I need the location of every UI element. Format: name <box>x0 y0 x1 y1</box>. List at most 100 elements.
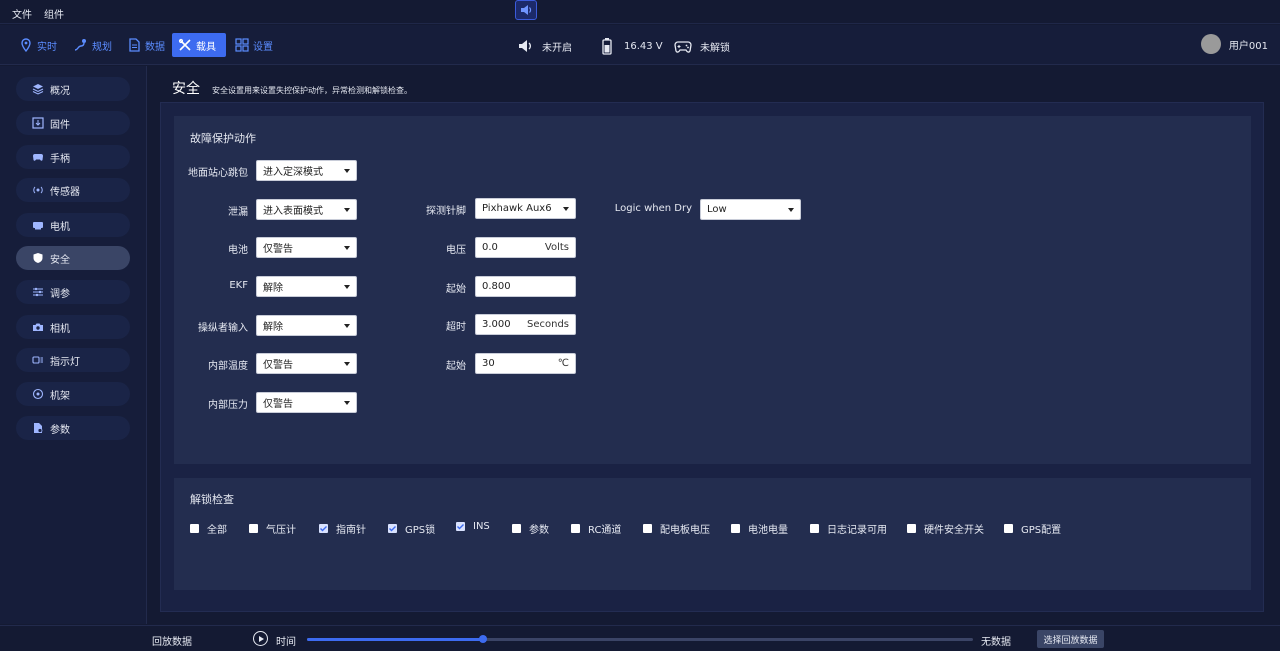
chevron-down-icon <box>344 324 350 328</box>
play-button[interactable] <box>253 631 268 646</box>
playback-slider[interactable] <box>307 635 973 643</box>
chevron-down-icon <box>563 207 569 211</box>
tools-icon <box>178 38 191 51</box>
arming-check-gps-lock[interactable]: GPS锁 <box>388 521 435 536</box>
sidebar-item-lights[interactable]: 指示灯 <box>16 348 130 372</box>
playback-slider-handle[interactable] <box>479 635 488 643</box>
pilot-input-select[interactable]: 解除 <box>256 315 357 336</box>
gcs-heartbeat-select[interactable]: 进入定深模式 <box>256 160 357 181</box>
internal-pressure-select[interactable]: 仅警告 <box>256 392 357 413</box>
sensor-icon <box>33 186 43 194</box>
logic-when-dry-select[interactable]: Low <box>700 199 801 220</box>
arming-check-battery-level[interactable]: 电池电量 <box>731 521 788 536</box>
sidebar-item-frame[interactable]: 机架 <box>16 382 130 406</box>
page-header: 安全 安全设置用来设置失控保护动作，异常检测和解锁检查。 <box>172 78 412 98</box>
sidebar: 概况 固件 手柄 传感器 电机 安全 调参 相机 指示灯 机架 参数 <box>0 66 147 624</box>
route-icon <box>74 39 86 51</box>
chevron-down-icon <box>344 401 350 405</box>
arming-check-all[interactable]: 全部 <box>190 521 227 536</box>
checkbox-checked[interactable] <box>388 524 397 533</box>
document-icon <box>129 38 140 52</box>
speaker-icon[interactable] <box>515 0 537 20</box>
checkbox[interactable] <box>571 524 580 533</box>
motor-icon <box>33 222 43 230</box>
time-label: 时间 <box>276 637 296 648</box>
checkbox[interactable] <box>190 524 199 533</box>
checkbox[interactable] <box>512 524 521 533</box>
arming-check-board-voltage[interactable]: 配电板电压 <box>643 521 710 536</box>
battery-select[interactable]: 仅警告 <box>256 237 357 258</box>
layers-icon <box>32 84 44 95</box>
sidebar-item-overview[interactable]: 概况 <box>16 77 130 101</box>
internal-temp-label: 内部温度 <box>208 361 248 372</box>
user-menu[interactable]: 用户001 <box>1200 34 1268 54</box>
checkbox[interactable] <box>907 524 916 533</box>
start1-input[interactable]: 0.800 <box>475 276 576 297</box>
arming-check-ins[interactable]: INS <box>456 521 490 532</box>
start2-label: 起始 <box>446 361 466 372</box>
gcs-heartbeat-label: 地面站心跳包 <box>188 168 248 179</box>
detector-pin-label: 探测针脚 <box>426 206 466 217</box>
failsafe-title: 故障保护动作 <box>190 132 256 145</box>
page-title: 安全 <box>172 81 200 97</box>
arming-check-barometer[interactable]: 气压计 <box>249 521 296 536</box>
voltage-input[interactable]: 0.0 Volts <box>475 237 576 258</box>
playback-bar: 回放数据 时间 无数据 选择回放数据 <box>0 625 1280 651</box>
location-pin-icon <box>21 38 31 52</box>
timeout-input[interactable]: 3.000 Seconds <box>475 314 576 335</box>
tab-data[interactable]: 数据 <box>121 33 171 57</box>
user-name: 用户001 <box>1228 40 1268 52</box>
sidebar-item-sensors[interactable]: 传感器 <box>16 178 130 202</box>
sidebar-item-safety[interactable]: 安全 <box>16 246 130 270</box>
sidebar-item-camera[interactable]: 相机 <box>16 315 130 339</box>
light-icon <box>32 356 43 364</box>
arming-title: 解锁检查 <box>190 493 234 506</box>
tab-settings[interactable]: 设置 <box>229 33 279 57</box>
battery-label: 电池 <box>228 245 248 256</box>
select-playback-button[interactable]: 选择回放数据 <box>1037 630 1104 648</box>
tab-plan[interactable]: 规划 <box>68 33 118 57</box>
sidebar-item-firmware[interactable]: 固件 <box>16 111 130 135</box>
tab-vehicle[interactable]: 载具 <box>172 33 226 57</box>
checkbox-checked[interactable] <box>319 524 328 533</box>
start1-label: 起始 <box>446 284 466 295</box>
toolbar: 实时 规划 数据 载具 设置 未开启 16.43 V 未解锁 用户001 <box>0 25 1280 65</box>
arming-check-compass[interactable]: 指南针 <box>319 521 366 536</box>
arming-check-gps-config[interactable]: GPS配置 <box>1004 521 1061 536</box>
avatar <box>1200 34 1221 54</box>
arming-check-params[interactable]: 参数 <box>512 521 549 536</box>
firmware-icon <box>32 117 44 129</box>
checkbox[interactable] <box>810 524 819 533</box>
arming-check-logging[interactable]: 日志记录可用 <box>810 521 887 536</box>
page-description: 安全设置用来设置失控保护动作，异常检测和解锁检查。 <box>212 86 412 95</box>
menu-file[interactable]: 文件 <box>12 6 32 21</box>
internal-pressure-label: 内部压力 <box>208 400 248 411</box>
tab-realtime[interactable]: 实时 <box>13 33 63 57</box>
arming-check-rc-channel[interactable]: RC通道 <box>571 521 621 536</box>
checkbox[interactable] <box>249 524 258 533</box>
playback-label: 回放数据 <box>152 637 192 648</box>
chevron-down-icon <box>344 285 350 289</box>
checkbox[interactable] <box>1004 524 1013 533</box>
camera-icon <box>33 323 43 331</box>
sidebar-item-gamepad[interactable]: 手柄 <box>16 145 130 169</box>
chevron-down-icon <box>788 208 794 212</box>
pilot-input-label: 操纵者输入 <box>198 323 248 334</box>
leak-select[interactable]: 进入表面模式 <box>256 199 357 220</box>
internal-temp-select[interactable]: 仅警告 <box>256 353 357 374</box>
gamepad-icon <box>33 154 43 161</box>
ekf-select[interactable]: 解除 <box>256 276 357 297</box>
sidebar-item-motors[interactable]: 电机 <box>16 213 130 237</box>
detector-pin-select[interactable]: Pixhawk Aux6 <box>475 198 576 219</box>
playback-slider-fill <box>307 638 484 641</box>
checkbox[interactable] <box>643 524 652 533</box>
checkbox-checked[interactable] <box>456 522 465 531</box>
lock-status: 未解锁 <box>674 37 730 55</box>
voltage-unit: Volts <box>544 242 569 253</box>
arming-check-safety-switch[interactable]: 硬件安全开关 <box>907 521 984 536</box>
start2-input[interactable]: 30 ℃ <box>475 353 576 374</box>
sidebar-item-params[interactable]: 参数 <box>16 416 130 440</box>
menu-component[interactable]: 组件 <box>44 6 64 21</box>
checkbox[interactable] <box>731 524 740 533</box>
sidebar-item-tuning[interactable]: 调参 <box>16 280 130 304</box>
